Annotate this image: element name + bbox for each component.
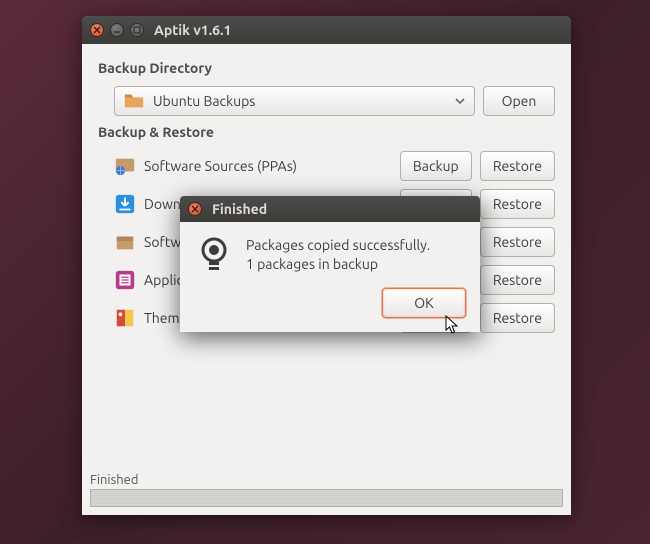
heading-backup-directory: Backup Directory — [98, 60, 555, 76]
settings-icon — [114, 269, 136, 291]
box-globe-icon — [114, 155, 136, 177]
status-area: Finished — [90, 473, 563, 507]
window-title: Aptik v1.6.1 — [154, 22, 231, 38]
theme-icon — [114, 307, 136, 329]
finished-dialog: Finished Packages copied successfully. 1… — [180, 196, 480, 332]
status-text: Finished — [90, 473, 563, 487]
heading-backup-restore: Backup & Restore — [98, 124, 555, 140]
restore-button[interactable]: Restore — [480, 189, 555, 219]
directory-selected-label: Ubuntu Backups — [153, 93, 255, 109]
item-label: Software Sources (PPAs) — [144, 158, 392, 174]
titlebar: Aptik v1.6.1 — [82, 16, 571, 44]
chevron-down-icon — [454, 95, 466, 107]
dialog-title: Finished — [212, 201, 267, 217]
restore-button[interactable]: Restore — [480, 265, 555, 295]
progress-bar — [90, 489, 563, 507]
backup-button[interactable]: Backup — [400, 151, 472, 181]
restore-button[interactable]: Restore — [480, 303, 555, 333]
restore-button[interactable]: Restore — [480, 227, 555, 257]
lightbulb-icon — [196, 236, 232, 276]
dialog-close-button[interactable] — [188, 202, 202, 216]
window-maximize-button[interactable] — [130, 23, 144, 37]
window-close-button[interactable] — [90, 23, 104, 37]
download-icon — [114, 193, 136, 215]
ok-button[interactable]: OK — [382, 288, 466, 318]
restore-button[interactable]: Restore — [480, 151, 555, 181]
directory-row: Ubuntu Backups Open — [98, 86, 555, 116]
dialog-message: Packages copied successfully. 1 packages… — [246, 236, 430, 276]
item-software-sources: Software Sources (PPAs) Backup Restore — [98, 150, 555, 182]
directory-combo[interactable]: Ubuntu Backups — [114, 86, 475, 116]
package-icon — [114, 231, 136, 253]
open-button[interactable]: Open — [483, 86, 555, 116]
dialog-titlebar: Finished — [180, 196, 480, 222]
folder-icon — [123, 90, 145, 112]
window-minimize-button[interactable] — [110, 23, 124, 37]
